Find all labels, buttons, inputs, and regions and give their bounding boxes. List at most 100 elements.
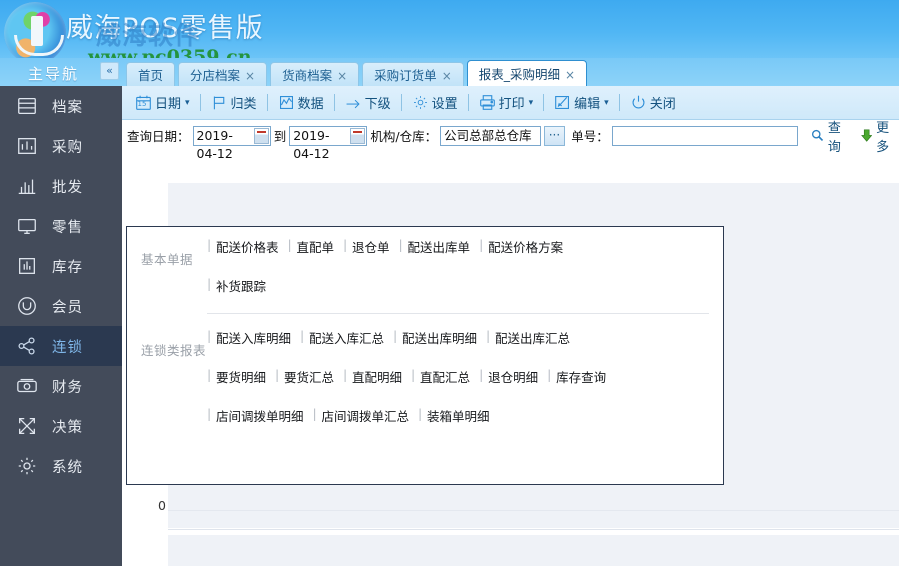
popup-menu-item[interactable]: 配送入库汇总	[300, 327, 393, 348]
date-to-calendar-icon[interactable]	[350, 127, 366, 144]
toolbar-button-label: 数据	[297, 97, 324, 112]
pencil-edit-icon	[554, 94, 571, 111]
popup-menu-item[interactable]: 退仓明细	[479, 366, 547, 387]
toolbar-button-7[interactable]: 关闭	[623, 90, 683, 116]
popup-menu-item[interactable]: 直配单	[288, 236, 344, 257]
more-button[interactable]: 更多	[860, 117, 899, 155]
toolbar-separator	[199, 94, 201, 111]
date-to-input[interactable]: 2019-04-12	[289, 125, 368, 161]
popup-menu-item[interactable]: 配送入库明细	[207, 327, 300, 348]
tab-item[interactable]: 首页	[126, 62, 176, 88]
toolbar-button-label: 下级	[364, 97, 391, 112]
tab-close-icon[interactable]: ×	[442, 64, 452, 88]
collapse-sidebar-button[interactable]: «	[100, 62, 119, 80]
toolbar-button-label: 打印	[498, 97, 525, 112]
org-browse-button[interactable]: ···	[543, 125, 566, 146]
sidebar-item-3[interactable]: 零售	[0, 206, 122, 246]
toolbar-button-label: 归类	[230, 97, 257, 112]
org-warehouse-input[interactable]: 公司总部总仓库	[440, 125, 541, 146]
popup-menu-item[interactable]: 店间调拨单明细	[207, 405, 313, 426]
popup-row: 配送入库明细配送入库汇总配送出库明细配送出库汇总	[207, 318, 723, 357]
date-from-calendar-icon[interactable]	[253, 127, 269, 144]
toolbar-button-5[interactable]: 打印 ▾	[472, 90, 541, 116]
sidebar-item-2[interactable]: 批发	[0, 166, 122, 206]
popup-menu-item[interactable]: 要货汇总	[275, 366, 343, 387]
toolbar-button-0[interactable]: 15 日期 ▾	[128, 90, 197, 116]
sidebar-item-5[interactable]: 会员	[0, 286, 122, 326]
popup-menu-item[interactable]: 配送出库汇总	[486, 327, 579, 348]
tab-close-icon[interactable]: ×	[337, 64, 347, 88]
toolbar-separator	[400, 94, 402, 111]
toolbar-button-1[interactable]: 归类	[204, 90, 264, 116]
content-area: 15 日期 ▾ 归类 数据 下级 设置 打印 ▾ 编辑 ▾ 关闭 查询日期： 2019-04-12 到…	[122, 86, 899, 566]
popup-menu-item[interactable]: 库存查询	[547, 366, 615, 387]
application-window: 威海POS零售版 威海软件 www.pc0359.cn 主导航 « 首页 分店档案…	[0, 0, 899, 566]
toolbar-button-2[interactable]: 数据	[271, 90, 331, 116]
tab-item[interactable]: 采购订货单 ×	[362, 62, 464, 88]
bill-no-label: 单号：	[571, 129, 609, 144]
sidebar-item-9[interactable]: 系统	[0, 446, 122, 486]
tab-label: 分店档案	[190, 67, 241, 83]
search-button-label: 查询	[827, 120, 841, 155]
popup-menu-item[interactable]: 配送出库明细	[393, 327, 486, 348]
toolbar-button-label: 日期	[155, 97, 182, 112]
arrows-cross-icon	[14, 414, 40, 438]
toolbar-separator	[333, 94, 335, 111]
sidebar-item-label: 财务	[52, 379, 83, 396]
share-nodes-icon	[14, 334, 40, 358]
sidebar-item-label: 连锁	[52, 339, 83, 356]
popup-menu-item[interactable]: 装箱单明细	[418, 405, 499, 426]
tab-item[interactable]: 报表_采购明细 ×	[466, 60, 588, 88]
date-from-value: 2019-04-12	[196, 127, 233, 161]
search-button[interactable]: 查询	[811, 117, 851, 155]
tab-close-icon[interactable]: ×	[565, 62, 575, 88]
monitor-icon	[14, 214, 40, 238]
toolbar-button-label: 关闭	[649, 97, 676, 112]
tab-item[interactable]: 货商档案 ×	[270, 62, 360, 88]
chevron-down-icon[interactable]: ▾	[604, 98, 609, 108]
popup-menu-item[interactable]: 配送价格方案	[479, 236, 572, 257]
toolbar-separator	[618, 94, 620, 111]
tab-label: 首页	[138, 67, 164, 83]
toolbar-button-3[interactable]: 下级	[338, 90, 398, 116]
popup-menu-item[interactable]: 补货跟踪	[207, 275, 275, 296]
toolbar-button-4[interactable]: 设置	[405, 90, 465, 116]
toolbar-separator	[543, 94, 545, 111]
popup-menu-item[interactable]: 直配汇总	[411, 366, 479, 387]
bill-no-input[interactable]	[611, 125, 798, 146]
sidebar-item-6[interactable]: 连锁	[0, 326, 122, 366]
popup-divider	[207, 313, 709, 314]
tab-item[interactable]: 分店档案 ×	[178, 62, 268, 88]
popup-menu-item[interactable]: 直配明细	[343, 366, 411, 387]
chevron-down-icon[interactable]: ▾	[529, 98, 534, 108]
filter-bar: 查询日期： 2019-04-12 到 2019-04-12 机构/仓库： 公司总…	[122, 120, 899, 161]
sidebar-item-label: 库存	[52, 259, 83, 276]
sidebar-item-8[interactable]: 决策	[0, 406, 122, 446]
popup-menu-item[interactable]: 配送出库单	[399, 236, 480, 257]
popup-menu-item[interactable]: 退仓单	[343, 236, 399, 257]
popup-menu-item[interactable]: 店间调拨单汇总	[313, 405, 419, 426]
popup-menu-item[interactable]: 要货明细	[207, 366, 275, 387]
sidebar-item-label: 零售	[52, 219, 83, 236]
chevron-down-icon[interactable]: ▾	[185, 98, 190, 108]
bar-chart-box-icon	[14, 134, 40, 158]
tab-close-icon[interactable]: ×	[245, 64, 255, 88]
banknote-icon	[14, 374, 40, 398]
query-date-label: 查询日期：	[127, 129, 190, 144]
sidebar-item-7[interactable]: 财务	[0, 366, 122, 406]
sidebar-item-1[interactable]: 采购	[0, 126, 122, 166]
sidebar-item-4[interactable]: 库存	[0, 246, 122, 286]
tab-label: 货商档案	[282, 67, 333, 83]
grid-row-separator	[168, 529, 899, 530]
tab-label: 采购订货单	[374, 67, 437, 83]
toolbar-button-6[interactable]: 编辑 ▾	[547, 90, 616, 116]
popup-row: 补货跟踪	[207, 266, 723, 305]
date-from-input[interactable]: 2019-04-12	[192, 125, 271, 161]
more-button-label: 更多	[876, 120, 890, 155]
sidebar-item-0[interactable]: 档案	[0, 86, 122, 126]
main-nav-title: 主导航	[28, 65, 80, 83]
popup-menu-item[interactable]: 配送价格表	[207, 236, 288, 257]
toolbar-separator	[467, 94, 469, 111]
popup-section: 连锁类报表配送入库明细配送入库汇总配送出库明细配送出库汇总要货明细要货汇总直配明…	[127, 318, 723, 435]
tab-bar: 首页 分店档案 × 货商档案 × 采购订货单 × 报表_采购明细 ×	[126, 60, 588, 88]
